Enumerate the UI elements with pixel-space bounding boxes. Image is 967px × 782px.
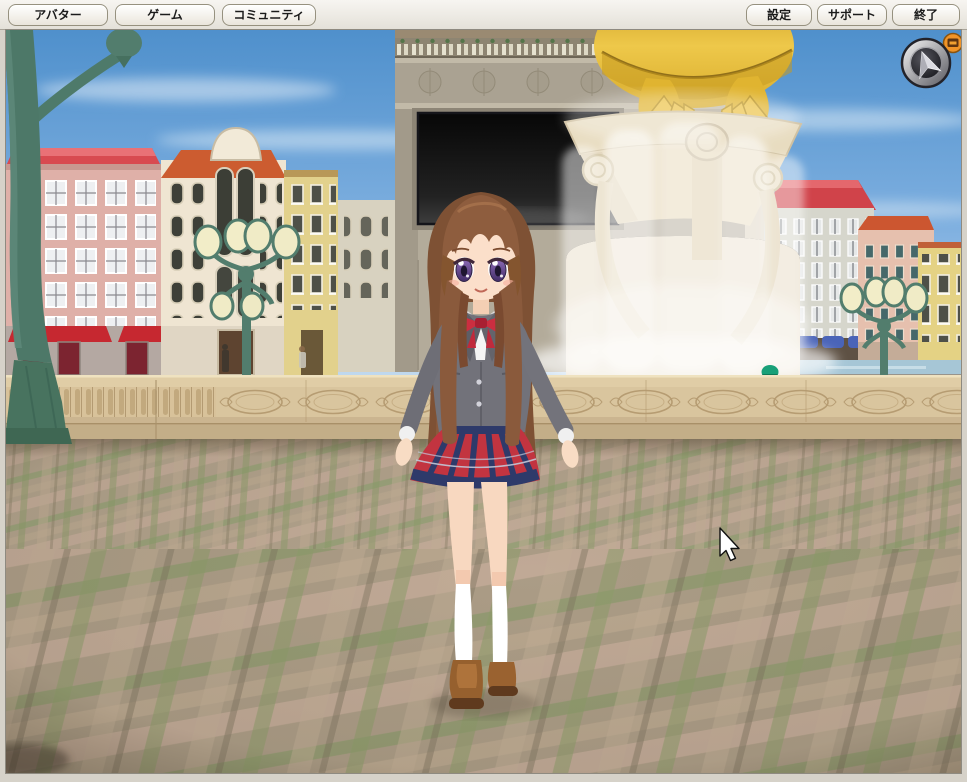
toolbar-left-group: アバター ゲーム コミュニティ	[8, 3, 316, 26]
menu-button-avatar[interactable]: アバター	[8, 3, 108, 26]
menu-button-exit[interactable]: 終了	[892, 3, 960, 26]
menu-button-game[interactable]: ゲーム	[115, 3, 215, 26]
menu-button-community[interactable]: コミュニティ	[222, 3, 316, 26]
menu-toolbar: アバター ゲーム コミュニティ 設定 サポート 終了	[0, 0, 967, 30]
menu-button-support[interactable]: サポート	[817, 3, 887, 26]
toolbar-right-group: 設定 サポート 終了	[746, 3, 960, 26]
game-viewport-3d[interactable]	[5, 29, 962, 774]
menu-button-settings[interactable]: 設定	[746, 3, 812, 26]
game-client-window: { "window": { "width_px": 967, "height_p…	[0, 0, 967, 782]
